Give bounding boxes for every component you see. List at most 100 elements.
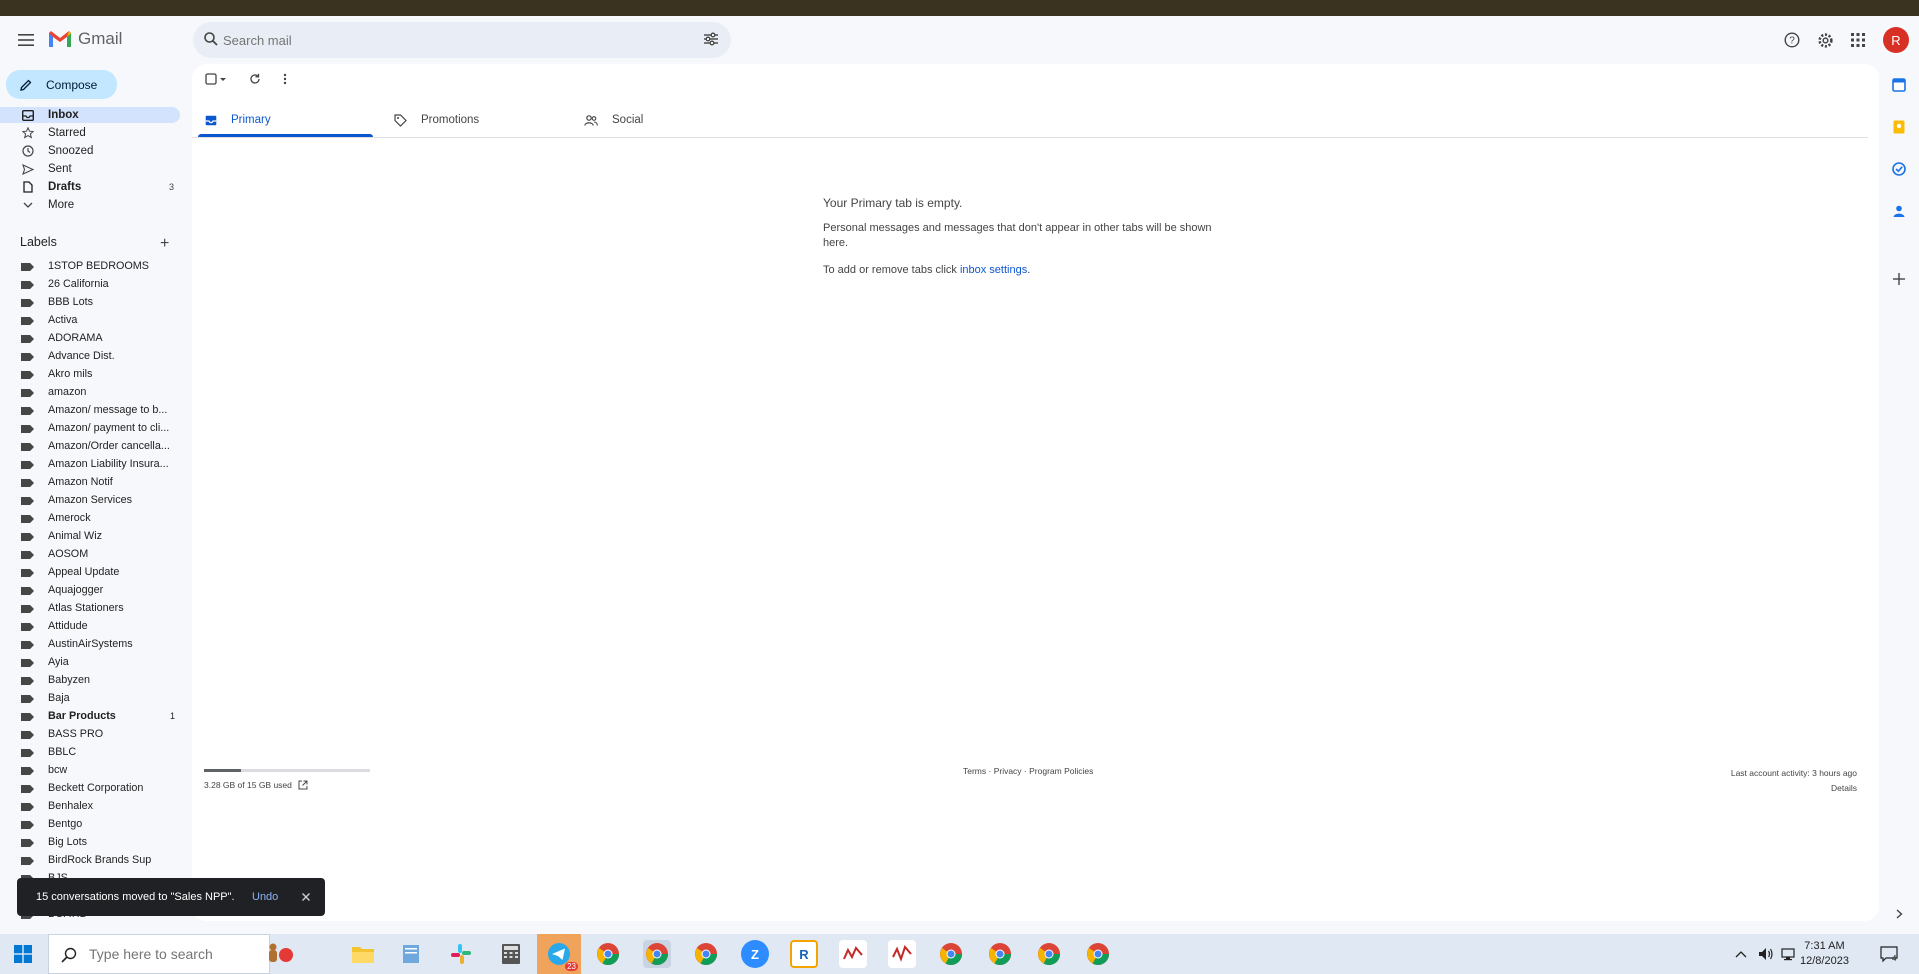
label-item[interactable]: Amazon Liability Insura... bbox=[0, 457, 185, 473]
main-menu-button[interactable] bbox=[14, 28, 38, 52]
tab-social[interactable]: Social bbox=[584, 102, 643, 138]
notepad-icon[interactable] bbox=[397, 940, 425, 968]
label-item[interactable]: amazon bbox=[0, 385, 185, 401]
open-external-icon[interactable] bbox=[298, 780, 308, 790]
apps-grid-icon[interactable] bbox=[1846, 28, 1870, 52]
search-bar[interactable] bbox=[193, 22, 731, 58]
label-item[interactable]: 26 California bbox=[0, 277, 185, 293]
search-options-icon[interactable] bbox=[703, 31, 719, 47]
label-item[interactable]: Ayia bbox=[0, 655, 185, 671]
label-item[interactable]: BBB Lots bbox=[0, 295, 185, 311]
help-icon[interactable]: ? bbox=[1780, 28, 1804, 52]
r-app-icon[interactable]: R bbox=[790, 940, 818, 968]
label-item[interactable]: AustinAirSystems bbox=[0, 637, 185, 653]
label-item[interactable]: Bar Products 1 bbox=[0, 709, 185, 725]
label-item[interactable]: ADORAMA bbox=[0, 331, 185, 347]
inbox-settings-link[interactable]: inbox settings bbox=[960, 264, 1027, 276]
nav-item-inbox[interactable]: Inbox bbox=[0, 107, 180, 123]
chrome-profile-c-icon[interactable] bbox=[594, 940, 622, 968]
taskbar-search-box[interactable] bbox=[48, 934, 270, 974]
undo-button[interactable]: Undo bbox=[252, 891, 278, 903]
settings-gear-icon[interactable] bbox=[1813, 28, 1837, 52]
nav-item-starred[interactable]: Starred bbox=[0, 125, 180, 141]
label-item[interactable]: BASS PRO bbox=[0, 727, 185, 743]
label-item[interactable]: Advance Dist. bbox=[0, 349, 185, 365]
label-item[interactable]: Activa bbox=[0, 313, 185, 329]
label-item[interactable]: Amazon Notif bbox=[0, 475, 185, 491]
label-item[interactable]: Animal Wiz bbox=[0, 529, 185, 545]
details-link[interactable]: Details bbox=[1731, 781, 1857, 796]
network-icon[interactable] bbox=[1781, 934, 1797, 974]
nav-item-more[interactable]: More bbox=[0, 197, 180, 213]
label-item[interactable]: Amazon/ payment to cli... bbox=[0, 421, 185, 437]
label-item[interactable]: Akro mils bbox=[0, 367, 185, 383]
footer-links[interactable]: Terms · Privacy · Program Policies bbox=[963, 766, 1093, 776]
label-item[interactable]: Baja bbox=[0, 691, 185, 707]
gingerbread-icon[interactable] bbox=[266, 940, 294, 968]
label-item[interactable]: Amazon/ message to b... bbox=[0, 403, 185, 419]
taskbar-search-input[interactable] bbox=[89, 946, 259, 962]
label-item[interactable]: bcw bbox=[0, 763, 185, 779]
taskbar-clock[interactable]: 7:31 AM 12/8/2023 bbox=[1800, 939, 1849, 969]
close-icon[interactable] bbox=[298, 889, 314, 905]
tab-primary[interactable]: Primary bbox=[205, 102, 271, 138]
account-avatar[interactable]: R bbox=[1883, 27, 1909, 53]
chrome-profile-6-icon[interactable] bbox=[1035, 940, 1063, 968]
nav-item-sent[interactable]: Sent bbox=[0, 161, 180, 177]
contacts-icon[interactable] bbox=[1890, 202, 1908, 220]
tab-promotions[interactable]: Promotions bbox=[394, 102, 479, 138]
label-item[interactable]: 1STOP BEDROOMS bbox=[0, 259, 185, 275]
volume-icon[interactable] bbox=[1758, 934, 1774, 974]
label-item[interactable]: Babyzen bbox=[0, 673, 185, 689]
calculator-icon[interactable] bbox=[497, 940, 525, 968]
chart-app-icon[interactable] bbox=[839, 940, 867, 968]
search-icon[interactable] bbox=[203, 31, 219, 47]
chrome-profile-active-icon[interactable] bbox=[643, 940, 671, 968]
expand-side-panel-icon[interactable] bbox=[1890, 905, 1908, 923]
label-item[interactable]: Attidude bbox=[0, 619, 185, 635]
label-name: Appeal Update bbox=[48, 566, 120, 578]
chrome-profile-7-icon[interactable] bbox=[1084, 940, 1112, 968]
more-options-icon[interactable] bbox=[283, 73, 287, 85]
calendar-icon[interactable] bbox=[1890, 76, 1908, 94]
slack-icon[interactable] bbox=[447, 940, 475, 968]
tasks-icon[interactable] bbox=[1890, 160, 1908, 178]
chrome-profile-4-icon[interactable] bbox=[937, 940, 965, 968]
search-input[interactable] bbox=[223, 22, 673, 58]
compose-button[interactable]: Compose bbox=[6, 70, 117, 99]
add-addon-icon[interactable] bbox=[1890, 270, 1908, 288]
chrome-profile-k-icon[interactable] bbox=[692, 940, 720, 968]
label-item[interactable]: Atlas Stationers bbox=[0, 601, 185, 617]
windows-start-icon[interactable] bbox=[14, 945, 32, 963]
label-item[interactable]: Benhalex bbox=[0, 799, 185, 815]
label-item[interactable]: Big Lots bbox=[0, 835, 185, 851]
inbox-icon bbox=[22, 109, 34, 121]
create-label-button[interactable]: + bbox=[160, 235, 169, 253]
refresh-icon[interactable] bbox=[249, 73, 261, 85]
chrome-profile-5-icon[interactable] bbox=[986, 940, 1014, 968]
label-item[interactable]: AOSOM bbox=[0, 547, 185, 563]
label-item[interactable]: Aquajogger bbox=[0, 583, 185, 599]
label-item[interactable]: Amazon Services bbox=[0, 493, 185, 509]
gmail-logo[interactable]: Gmail bbox=[48, 29, 122, 49]
file-explorer-icon[interactable] bbox=[349, 940, 377, 968]
select-all-checkbox[interactable] bbox=[205, 73, 227, 85]
label-item[interactable]: BBLC bbox=[0, 745, 185, 761]
label-item[interactable]: Amerock bbox=[0, 511, 185, 527]
empty-tab-settings-hint: To add or remove tabs click inbox settin… bbox=[823, 264, 1030, 276]
zoom-icon[interactable]: Z bbox=[741, 940, 769, 968]
label-item[interactable]: BirdRock Brands Sup bbox=[0, 853, 185, 869]
label-item[interactable]: Bentgo bbox=[0, 817, 185, 833]
chart-app-2-icon[interactable] bbox=[888, 940, 916, 968]
label-item[interactable]: Amazon/Order cancella... bbox=[0, 439, 185, 455]
label-tag-icon bbox=[21, 713, 34, 721]
label-item[interactable]: Appeal Update bbox=[0, 565, 185, 581]
label-item[interactable]: Beckett Corporation bbox=[0, 781, 185, 797]
nav-item-snoozed[interactable]: Snoozed bbox=[0, 143, 180, 159]
keep-icon[interactable] bbox=[1890, 118, 1908, 136]
notification-center-icon[interactable]: 4 bbox=[1880, 934, 1898, 974]
telegram-app-button[interactable]: 23 bbox=[537, 934, 581, 974]
last-activity-text: Last account activity: 3 hours ago bbox=[1730, 768, 1857, 778]
nav-item-drafts[interactable]: Drafts 3 bbox=[0, 179, 180, 195]
tray-chevron-up-icon[interactable] bbox=[1735, 934, 1747, 974]
